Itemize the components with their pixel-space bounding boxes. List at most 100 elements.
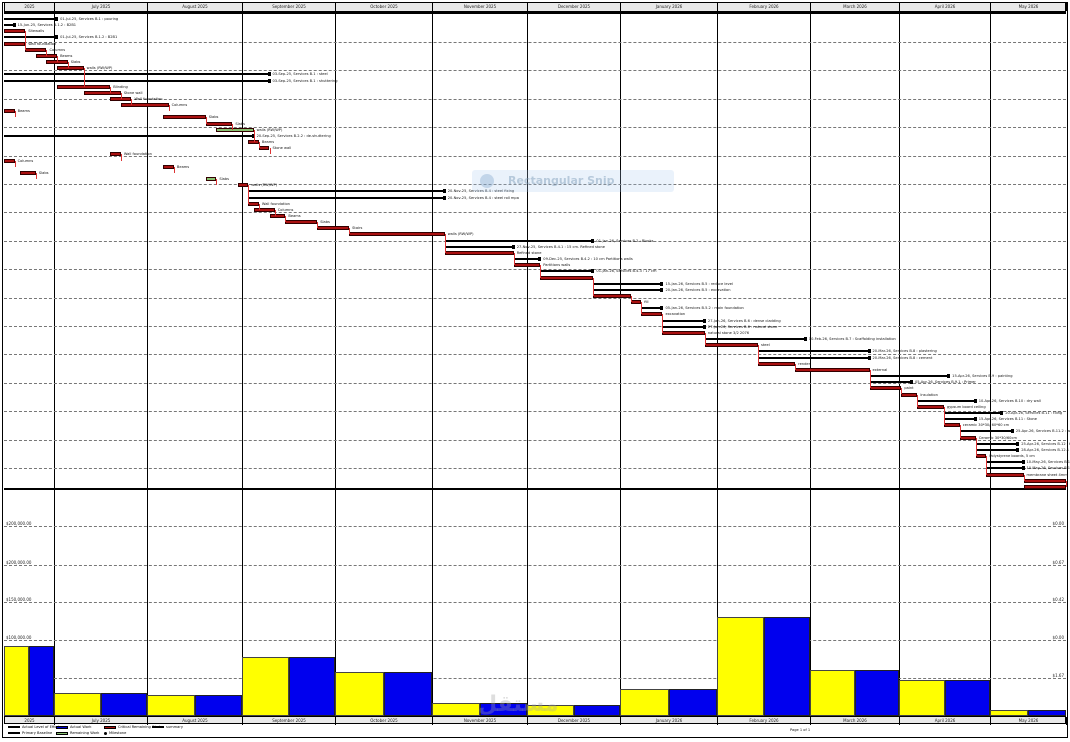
gantt-row-rule bbox=[4, 98, 1066, 100]
gantt-bar-label: walls (RW/WP) bbox=[447, 232, 474, 237]
snip-watermark: Rectangular Snip bbox=[472, 170, 674, 192]
gantt-bar-label: 20-Nov-25, Services B.4 : steel roll mpa bbox=[447, 195, 519, 200]
month-gridline bbox=[620, 490, 621, 716]
timescale-month: February 2026 bbox=[718, 3, 811, 11]
gantt-bar-label: Sitewalls bbox=[28, 29, 45, 34]
month-gridline bbox=[432, 14, 433, 488]
site-watermark: مستقل bbox=[478, 692, 559, 717]
gantt-row-rule bbox=[4, 269, 1066, 271]
gantt-bar-label: Stone wall bbox=[272, 146, 292, 151]
dependency-link bbox=[83, 68, 85, 87]
timescale-month: August 2025 bbox=[148, 3, 243, 11]
gantt-bar-label: Columns bbox=[277, 207, 294, 212]
gantt-row-rule bbox=[4, 127, 1066, 129]
gantt-bar-label: Slabs bbox=[219, 177, 230, 182]
work-bar bbox=[944, 679, 990, 716]
gantt-bar-label: 27-Jan-26, Services B.6 : natural stone bbox=[707, 324, 778, 329]
month-gridline bbox=[620, 14, 621, 488]
legend-label: Primary Baseline bbox=[22, 731, 53, 735]
legend-label: Remaining Work bbox=[70, 731, 100, 735]
gantt-bar-label: Refined stone bbox=[516, 250, 542, 255]
dependency-link bbox=[917, 394, 919, 407]
summary-end-cap bbox=[1000, 410, 1004, 415]
gantt-bar-label: gypsum board ceiling bbox=[946, 404, 986, 409]
y2-axis-label: $0.00 bbox=[1052, 521, 1064, 526]
gantt-bar bbox=[704, 343, 758, 348]
gantt-bar-label: Slabs bbox=[208, 115, 219, 120]
dependency-link bbox=[274, 209, 276, 216]
legend-label: Milestone bbox=[109, 731, 127, 735]
gantt-bar-label: Blinding bbox=[113, 84, 128, 89]
summary-end-cap bbox=[702, 318, 706, 323]
gantt-bar-label: Beams bbox=[288, 213, 301, 218]
dependency-link bbox=[662, 314, 664, 333]
gantt-bar bbox=[4, 73, 270, 76]
gantt-bar bbox=[269, 213, 286, 218]
legend-item: Actual Work bbox=[56, 725, 92, 729]
gantt-bar bbox=[917, 399, 976, 402]
gantt-row-rule bbox=[4, 439, 1066, 441]
gantt-row-rule bbox=[4, 70, 1066, 72]
month-gridline bbox=[335, 14, 336, 488]
timescale-month: September 2025 bbox=[243, 3, 336, 11]
dependency-link bbox=[704, 332, 706, 346]
summary-end-cap bbox=[12, 23, 16, 28]
dependency-link bbox=[14, 111, 16, 118]
histogram-gridline bbox=[4, 678, 1066, 679]
gantt-bar-label: 25-Apr-26, Services B.11.2 : walls, Bath… bbox=[1015, 429, 1070, 434]
dependency-link bbox=[901, 388, 903, 395]
y2-axis-label: $0.67 bbox=[1052, 560, 1064, 565]
cost-bar bbox=[54, 693, 101, 716]
gantt-bar bbox=[444, 245, 514, 248]
summary-end-cap bbox=[1016, 441, 1020, 446]
cost-bar bbox=[899, 679, 945, 716]
timescale-month: April 2026 bbox=[900, 717, 991, 725]
gantt-bar-label: Wall foundation bbox=[28, 41, 57, 46]
gantt-bar bbox=[110, 152, 121, 157]
gantt-bar-label: Slabs bbox=[70, 60, 81, 65]
gantt-bar-label: 03-Sep-25, Services B.1 : steel bbox=[272, 72, 328, 77]
dependency-link bbox=[120, 154, 122, 161]
summary-end-cap bbox=[267, 78, 271, 83]
month-gridline bbox=[432, 490, 433, 716]
legend-swatch bbox=[8, 732, 20, 734]
y2-axis-label: $0.00 bbox=[1052, 635, 1064, 640]
gantt-bar-label: 15-Jun-25, Services B.1.2 : B2B1 bbox=[17, 23, 77, 28]
timescale-month: October 2025 bbox=[336, 3, 433, 11]
y-axis-label: $100,000.00 bbox=[6, 635, 32, 640]
gantt-bar bbox=[758, 356, 870, 359]
dependency-link bbox=[317, 222, 319, 229]
histogram-gridline bbox=[4, 640, 1066, 641]
summary-end-cap bbox=[1021, 466, 1025, 471]
gantt-chart-area: 01-Jul-25, Services B.1 : pouring 15-Jun-… bbox=[4, 14, 1070, 489]
dependency-link bbox=[593, 277, 595, 296]
timescale-month: May 2026 bbox=[991, 717, 1067, 725]
work-bar bbox=[29, 645, 54, 716]
gantt-bar-label: 15-Jan-26, Services B.5 : reduce level bbox=[665, 281, 733, 286]
work-bar bbox=[763, 617, 810, 716]
gantt-bar bbox=[943, 411, 1003, 414]
timescale-month: December 2025 bbox=[528, 3, 621, 11]
dependency-link bbox=[540, 265, 542, 278]
watermark-text: Rectangular Snip bbox=[508, 174, 615, 187]
dependency-link bbox=[444, 234, 446, 253]
gantt-bar bbox=[253, 207, 275, 212]
timescale-bottom: 2025 July 2025 August 2025 September 2025 Oc… bbox=[4, 716, 1067, 725]
gantt-bar-label: excavation bbox=[665, 312, 686, 317]
month-gridline bbox=[242, 14, 243, 488]
work-bar bbox=[383, 672, 432, 716]
gantt-bar-label: Stone wall bbox=[123, 90, 143, 95]
gantt-bar-label: walls (RW/WP) bbox=[256, 127, 283, 132]
gantt-bar-label: 10-Apr-26, Services B.10 : dry wall bbox=[978, 398, 1041, 403]
gantt-bar bbox=[205, 121, 233, 126]
timescale-month: November 2025 bbox=[433, 3, 528, 11]
gantt-bar-label: 27-Jan-26, Services B.6 : dense cladding bbox=[707, 318, 781, 323]
gantt-bar bbox=[4, 29, 26, 34]
gantt-bar-label: walls (RW/WP) bbox=[86, 66, 113, 71]
dependency-link bbox=[986, 456, 988, 475]
gantt-bar-label: Columns bbox=[171, 103, 188, 108]
gantt-bar-label: walls (RW/WP) bbox=[251, 183, 278, 188]
gantt-bar-label: Stairs bbox=[352, 226, 363, 231]
gantt-bar bbox=[917, 404, 944, 409]
dependency-link bbox=[513, 252, 515, 266]
